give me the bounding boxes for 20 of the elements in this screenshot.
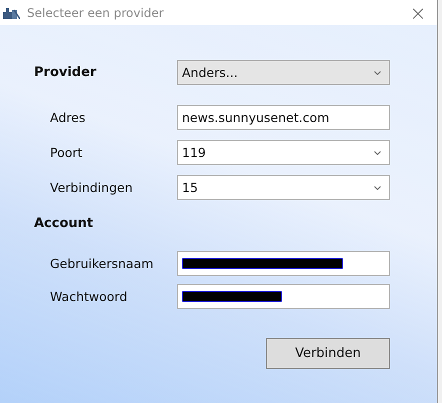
dropdown[interactable]: 15 bbox=[177, 175, 390, 200]
app-icon bbox=[3, 6, 20, 18]
field-label: Verbindingen bbox=[50, 180, 134, 195]
chevron-icon bbox=[374, 70, 381, 74]
section-heading: Provider bbox=[34, 65, 98, 80]
field-label: Gebruikersnaam bbox=[50, 256, 154, 271]
input-field[interactable] bbox=[177, 251, 390, 276]
field-label: Wachtwoord bbox=[50, 289, 128, 304]
section-heading: Account bbox=[34, 216, 94, 231]
dropdown[interactable]: Anders... bbox=[177, 60, 390, 85]
window-title: Selecteer een provider bbox=[27, 6, 165, 20]
connect-button[interactable]: Verbinden bbox=[266, 338, 390, 369]
chevron-icon bbox=[374, 186, 381, 190]
input-field[interactable]: news.sunnyusenet.com bbox=[177, 105, 390, 130]
input-field[interactable] bbox=[177, 284, 390, 309]
chevron-icon bbox=[374, 150, 381, 154]
field-label: Poort bbox=[50, 145, 84, 160]
close-button[interactable]: × bbox=[403, 0, 433, 25]
field-label: Adres bbox=[50, 110, 86, 125]
dropdown[interactable]: 119 bbox=[177, 140, 390, 165]
